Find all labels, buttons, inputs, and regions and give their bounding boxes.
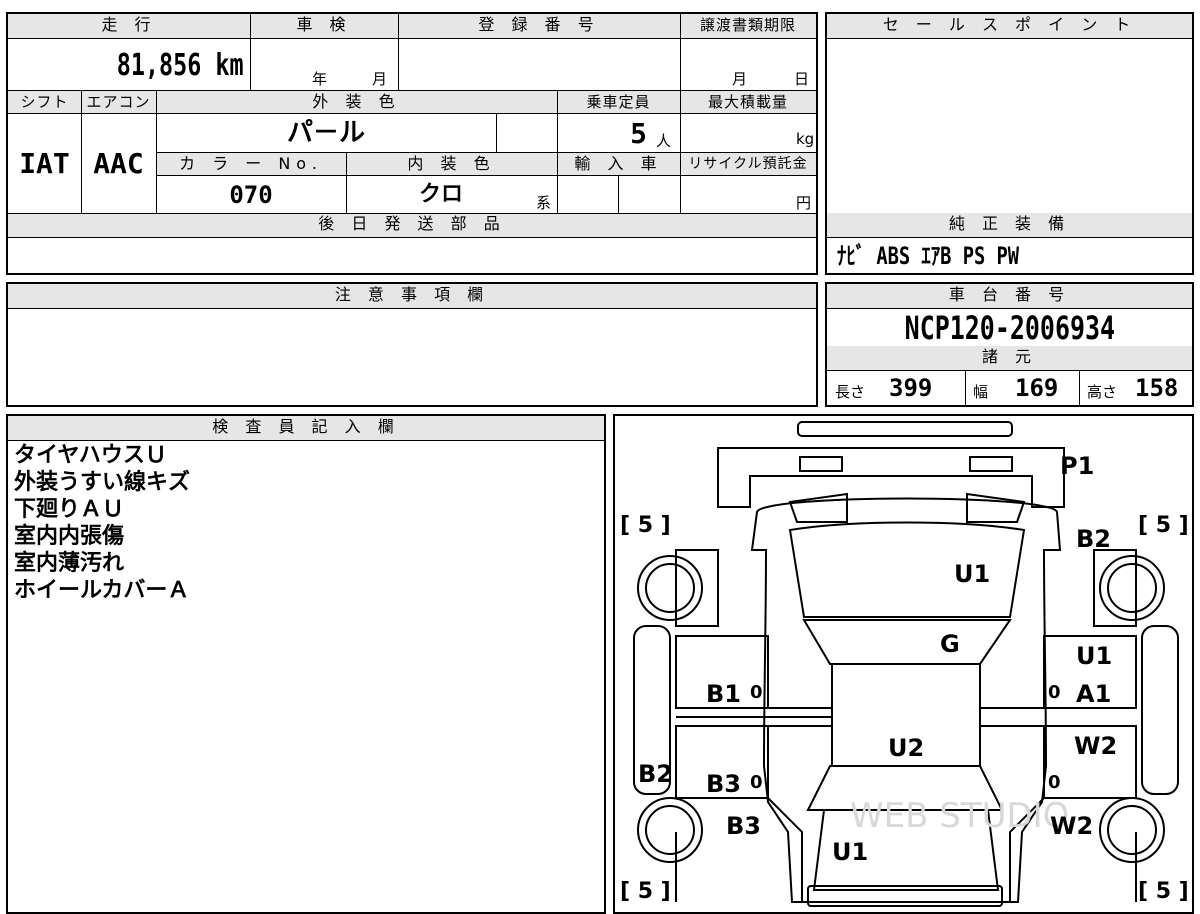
inspection-year-label: 年 bbox=[312, 70, 328, 88]
transfer-day-label: 日 bbox=[794, 70, 810, 88]
handle-front-right: 0 bbox=[1048, 682, 1061, 703]
mark-door-rear-right: W2 bbox=[1074, 732, 1117, 760]
recycle-header: リサイクル預託金 bbox=[680, 153, 816, 175]
watermark: WEB STUDIO bbox=[850, 796, 1069, 836]
mark-hood-rear: G bbox=[940, 630, 960, 658]
interior-color-value: クロ bbox=[418, 182, 463, 207]
aircon-value: AAC bbox=[93, 147, 144, 180]
mark-fender-front-right: B2 bbox=[1076, 525, 1111, 553]
caution-header: 注 意 事 項 欄 bbox=[8, 284, 816, 308]
mark-bumper-front: P1 bbox=[1060, 452, 1094, 480]
vehicle-info-table: 走 行 車 検 登 録 番 号 譲渡書類期限 シフト エアコン 外 装 色 乗車… bbox=[6, 12, 818, 275]
color-no-header: カ ラ ー No. bbox=[156, 153, 346, 175]
chassis-header: 車 台 番 号 bbox=[827, 284, 1192, 308]
handle-front-left: 0 bbox=[750, 682, 763, 703]
note-line: 外装うすい線キズ bbox=[14, 470, 191, 495]
height-value: 158 bbox=[1135, 374, 1179, 402]
mark-roof: U2 bbox=[888, 734, 924, 762]
transfer-deadline-header: 譲渡書類期限 bbox=[680, 14, 816, 38]
mileage-header: 走 行 bbox=[8, 14, 250, 38]
note-line: ホイールカバーＡ bbox=[14, 578, 190, 603]
width-value: 169 bbox=[1015, 374, 1059, 402]
car-diagram: WEB STUDIO [ 5 ] [ 5 ] [ 5 ] [ 5 ] P1 B2… bbox=[620, 421, 1189, 907]
shift-value: IAT bbox=[19, 147, 70, 180]
note-line: 室内内張傷 bbox=[14, 524, 125, 549]
mark-fender-rear-left: B2 bbox=[638, 760, 673, 788]
tire-rear-left: [ 5 ] bbox=[620, 879, 671, 904]
equipment-value: ﾅﾋﾞ ABS ｴｱB PS PW bbox=[837, 242, 1020, 270]
mark-door-front-left: B1 bbox=[706, 680, 741, 708]
handle-rear-right: 0 bbox=[1048, 772, 1061, 793]
mark-windshield: U1 bbox=[954, 560, 990, 588]
mark-door-front-right: A1 bbox=[1076, 680, 1111, 708]
inspection-header: 車 検 bbox=[250, 14, 398, 38]
height-label: 高さ bbox=[1087, 383, 1118, 401]
exterior-color-value: パ－ル bbox=[286, 118, 365, 148]
tire-front-right: [ 5 ] bbox=[1138, 513, 1189, 538]
max-load-header: 最大積載量 bbox=[680, 91, 816, 113]
shift-header: シフト bbox=[8, 91, 81, 113]
inspection-month-label: 月 bbox=[372, 70, 388, 88]
sales-point-header: セ ー ル ス ポ イ ン ト bbox=[827, 14, 1192, 38]
chassis-number: NCP120-2006934 bbox=[904, 309, 1115, 347]
car-diagram-panel: WEB STUDIO [ 5 ] [ 5 ] [ 5 ] [ 5 ] P1 B2… bbox=[613, 414, 1194, 914]
inspector-header: 検 査 員 記 入 欄 bbox=[8, 416, 604, 440]
capacity-value: 5 bbox=[630, 117, 647, 150]
note-line: 室内薄汚れ bbox=[14, 551, 125, 576]
mileage-unit: km bbox=[215, 48, 244, 83]
mileage-value: 81,856 km bbox=[117, 48, 244, 83]
registration-header: 登 録 番 号 bbox=[398, 14, 680, 38]
handle-rear-left: 0 bbox=[750, 772, 763, 793]
note-line: 下廻りＡＵ bbox=[14, 497, 125, 522]
aircon-header: エアコン bbox=[81, 91, 156, 113]
later-parts-header: 後 日 発 送 部 品 bbox=[8, 213, 816, 237]
recycle-unit: 円 bbox=[796, 194, 812, 212]
load-unit: kg bbox=[796, 130, 815, 148]
sales-point-panel: セ ー ル ス ポ イ ン ト 純 正 装 備 ﾅﾋﾞ ABS ｴｱB PS P… bbox=[825, 12, 1194, 275]
specs-header: 諸 元 bbox=[827, 346, 1192, 370]
inspector-panel: 検 査 員 記 入 欄 タイヤハウスＵ 外装うすい線キズ 下廻りＡＵ 室内内張傷… bbox=[6, 414, 606, 914]
tire-rear-right: [ 5 ] bbox=[1138, 879, 1189, 904]
import-header: 輸 入 車 bbox=[557, 153, 680, 175]
mark-door-rear-left: B3 bbox=[706, 770, 741, 798]
equipment-header: 純 正 装 備 bbox=[827, 213, 1192, 237]
color-no-value: 070 bbox=[229, 181, 273, 209]
transfer-month-label: 月 bbox=[732, 70, 748, 88]
capacity-header: 乗車定員 bbox=[557, 91, 680, 113]
width-label: 幅 bbox=[973, 383, 989, 401]
capacity-unit: 人 bbox=[656, 132, 672, 150]
chassis-panel: 車 台 番 号 NCP120-2006934 諸 元 長さ 399 幅 169 … bbox=[825, 282, 1194, 407]
mark-door-front-right-top: U1 bbox=[1076, 642, 1112, 670]
caution-panel: 注 意 事 項 欄 bbox=[6, 282, 818, 407]
mark-rear-glass: U1 bbox=[832, 838, 868, 866]
tire-front-left: [ 5 ] bbox=[620, 513, 671, 538]
interior-color-suffix: 系 bbox=[536, 194, 552, 212]
length-value: 399 bbox=[889, 374, 933, 402]
inspector-notes: タイヤハウスＵ 外装うすい線キズ 下廻りＡＵ 室内内張傷 室内薄汚れ ホイールカ… bbox=[14, 442, 190, 604]
note-line: タイヤハウスＵ bbox=[14, 443, 167, 468]
exterior-color-header: 外 装 色 bbox=[156, 91, 557, 113]
length-label: 長さ bbox=[835, 383, 866, 401]
mark-quarter-rear-left: B3 bbox=[726, 812, 761, 840]
interior-color-header: 内 装 色 bbox=[346, 153, 557, 175]
mark-quarter-rear-right: W2 bbox=[1050, 812, 1093, 840]
